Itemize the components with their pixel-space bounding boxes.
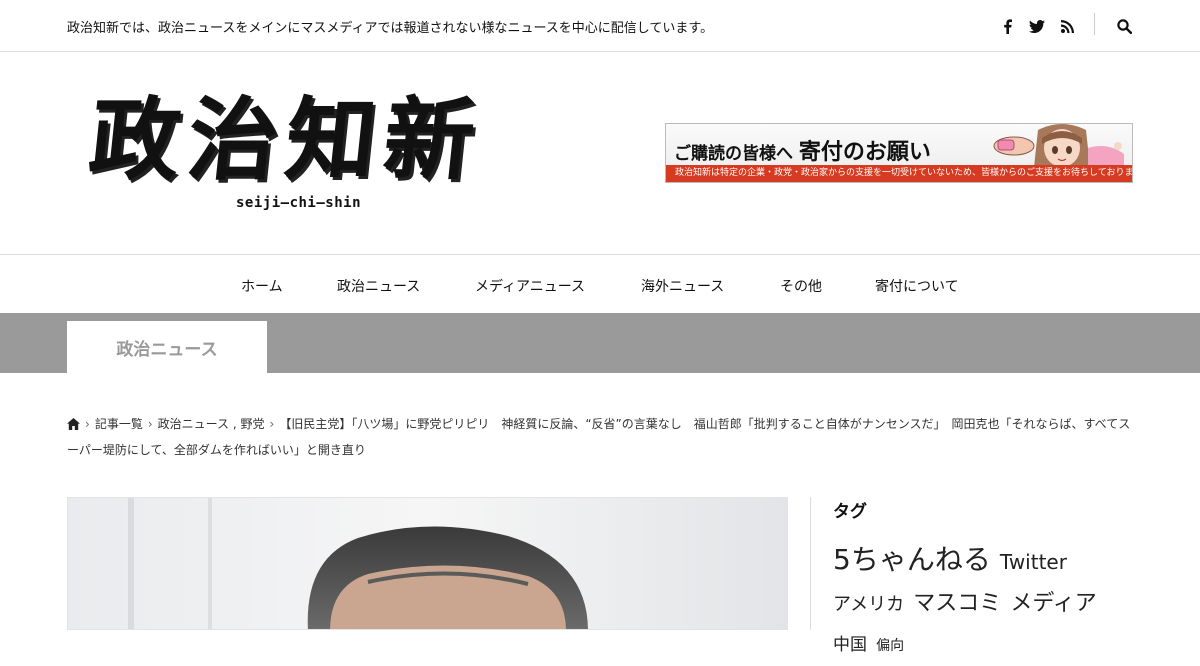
- search-icon[interactable]: [1116, 17, 1132, 35]
- banner-subtext: 政治知新は特定の企業・政党・政治家からの支援を一切受けていないため、皆様からのご…: [666, 165, 1132, 182]
- anime-girl-illustration: [993, 124, 1124, 167]
- site-tagline: 政治知新では、政治ニュースをメインにマスメディアでは報道されない様なニュースを中…: [67, 21, 714, 36]
- tag-link[interactable]: Twitter: [1000, 550, 1067, 574]
- chevron-right-icon: ›: [147, 417, 153, 431]
- banner-heading: ご購読の皆様へ 寄付のお願い: [674, 134, 931, 166]
- banner-heading-prefix: ご購読の皆様へ: [674, 144, 793, 164]
- nav-item-home[interactable]: ホーム: [241, 276, 283, 296]
- top-bar: 政治知新では、政治ニュースをメインにマスメディアでは報道されない様なニュースを中…: [0, 0, 1200, 52]
- nav-item-media-news[interactable]: メディアニュース: [475, 276, 585, 296]
- donation-banner[interactable]: ご購読の皆様へ 寄付のお願い 政治知新は特定の企業・政党・政治家からの支援を一切…: [665, 123, 1133, 183]
- category-title: 政治ニュース: [67, 321, 267, 373]
- nav-item-donation[interactable]: 寄付について: [875, 276, 959, 296]
- twitter-icon[interactable]: [1028, 17, 1046, 35]
- nav-item-overseas-news[interactable]: 海外ニュース: [641, 276, 724, 296]
- sidebar-divider: [810, 497, 811, 630]
- topbar-divider: [1094, 13, 1095, 35]
- main-nav: ホーム 政治ニュース メディアニュース 海外ニュース その他 寄付について: [0, 254, 1200, 314]
- tag-link[interactable]: 5ちゃんねる: [833, 543, 991, 576]
- tag-link[interactable]: 偏向: [876, 638, 904, 654]
- chevron-right-icon: ›: [85, 417, 90, 431]
- nav-item-other[interactable]: その他: [780, 276, 822, 296]
- site-logo[interactable]: 政治知新 seiji–chi–shin: [84, 85, 510, 215]
- tag-cloud: 5ちゃんねる Twitter アメリカ マスコミ メディア 中国 偏向: [833, 540, 1133, 666]
- facebook-icon[interactable]: [1000, 17, 1014, 35]
- nav-item-politics-news[interactable]: 政治ニュース: [337, 276, 420, 296]
- article-featured-image: [67, 497, 788, 630]
- logo-romanization: seiji–chi–shin: [236, 195, 362, 211]
- logo-kanji: 政治知新: [84, 87, 488, 193]
- tag-link[interactable]: 中国: [833, 635, 867, 655]
- home-icon[interactable]: [67, 414, 80, 438]
- breadcrumb: › 記事一覧 › 政治ニュース , 野党 › 【旧民主党】「八ツ場」に野党ピリピリ 神経質…: [67, 412, 1133, 462]
- sidebar-tags-title: タグ: [833, 502, 867, 522]
- breadcrumb-item-articles[interactable]: 記事一覧: [95, 417, 143, 431]
- tag-link[interactable]: アメリカ: [833, 594, 904, 615]
- portrait-photo: [68, 498, 787, 629]
- breadcrumb-item-category[interactable]: 政治ニュース , 野党: [158, 417, 265, 431]
- rss-icon[interactable]: [1060, 17, 1074, 35]
- chevron-right-icon: ›: [269, 417, 275, 431]
- category-band: 政治ニュース: [0, 313, 1200, 373]
- tag-link[interactable]: マスコミ: [913, 591, 1001, 616]
- tag-link[interactable]: メディア: [1010, 591, 1096, 616]
- banner-heading-main: 寄付のお願い: [798, 139, 931, 165]
